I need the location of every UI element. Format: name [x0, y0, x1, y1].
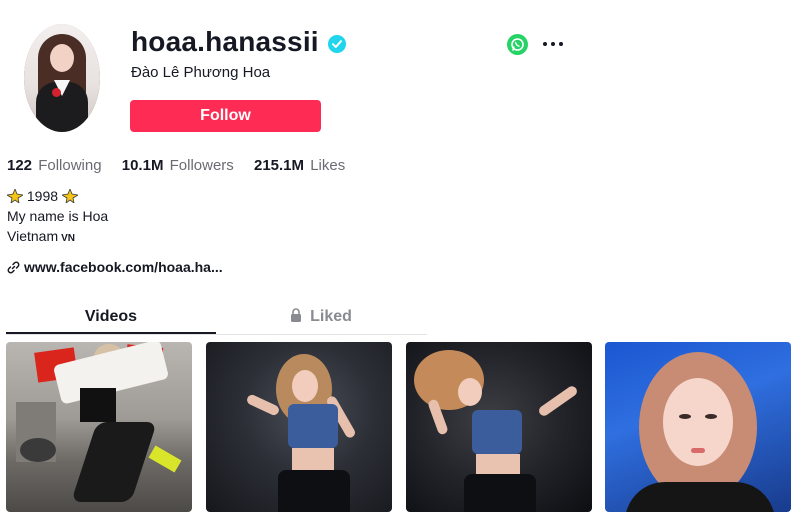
lock-icon [291, 308, 302, 322]
stat-likes: 215.1M Likes [254, 157, 345, 174]
video-thumbnail[interactable] [406, 342, 592, 512]
stat-followers-label: Followers [169, 157, 234, 174]
profile-display-name: Đào Lê Phương Hoa [131, 64, 271, 81]
video-thumbnail[interactable] [605, 342, 791, 512]
sparkle-emoji-icon [7, 189, 23, 203]
profile-tabs: Videos Liked [6, 301, 427, 335]
video-thumbnail[interactable] [6, 342, 192, 512]
whatsapp-icon[interactable] [507, 34, 528, 55]
profile-stats: 122 Following 10.1M Followers 215.1M Lik… [7, 157, 361, 174]
verified-badge-icon [328, 35, 346, 53]
stat-followers-count: 10.1M [121, 157, 164, 174]
bio-line-2: My name is Hoa [7, 208, 109, 224]
bio-line-1: 1998 [7, 186, 108, 206]
tab-videos[interactable]: Videos [6, 301, 216, 335]
profile-avatar[interactable] [24, 24, 100, 132]
tab-liked-label: Liked [310, 308, 352, 325]
stat-followers[interactable]: 10.1M Followers [122, 157, 234, 174]
stat-following-label: Following [38, 157, 102, 174]
tab-videos-label: Videos [84, 308, 138, 325]
stat-following-count: 122 [7, 157, 33, 174]
profile-link[interactable]: www.facebook.com/hoaa.ha... [7, 259, 223, 275]
profile-username: hoaa.hanassii [131, 26, 319, 57]
stat-following[interactable]: 122 Following [7, 157, 102, 174]
bio-birth-year: 1998 [26, 188, 59, 204]
bio-line-3: Vietnam VN [7, 226, 108, 249]
stat-likes-count: 215.1M [253, 157, 305, 174]
profile-link-text: www.facebook.com/hoaa.ha... [24, 259, 223, 275]
bio-country-code: VN [61, 233, 76, 244]
follow-button[interactable]: Follow [130, 100, 321, 132]
sparkle-emoji-icon [61, 189, 78, 203]
link-icon [7, 261, 20, 274]
profile-bio: 1998 My name is Hoa Vietnam VN [7, 186, 108, 249]
more-icon[interactable] [543, 42, 565, 48]
bio-country: Vietnam [7, 228, 59, 244]
tab-liked[interactable]: Liked [216, 301, 426, 335]
tab-active-indicator [6, 332, 216, 334]
stat-likes-label: Likes [310, 157, 346, 174]
video-thumbnail[interactable] [206, 342, 392, 512]
